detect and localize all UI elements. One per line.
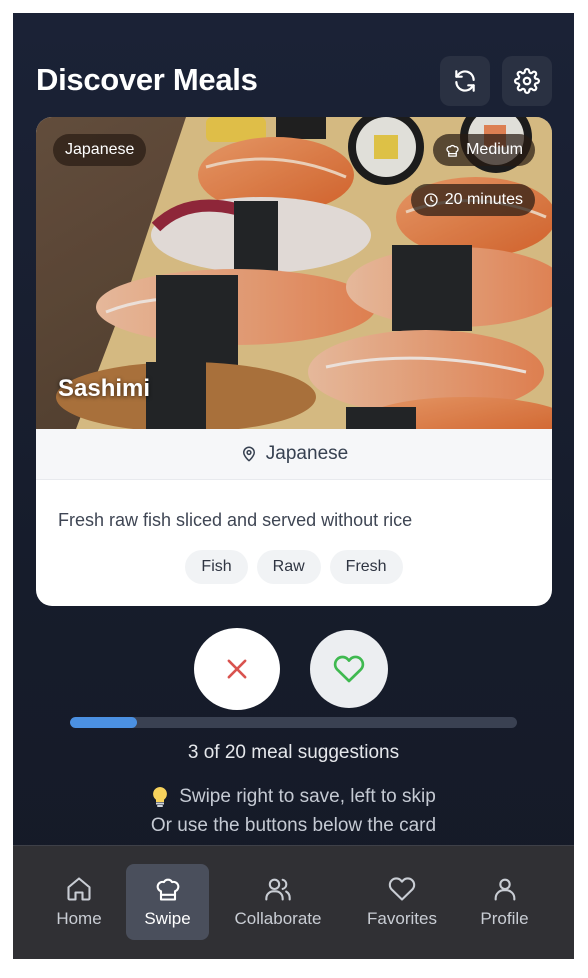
nav-item-collaborate[interactable]: Collaborate xyxy=(225,864,331,940)
nav-label: Profile xyxy=(480,909,529,928)
tag-chip: Fresh xyxy=(329,550,403,584)
tag-chip: Fish xyxy=(185,550,248,584)
nav-item-favorites[interactable]: Favorites xyxy=(356,864,448,940)
time-badge-label: 20 minutes xyxy=(444,191,523,208)
heart-icon xyxy=(388,877,416,901)
nav-label: Swipe xyxy=(144,909,191,928)
chef-hat-icon xyxy=(446,144,459,157)
lightbulb-icon xyxy=(153,787,168,807)
button-hint: Or use the buttons below the card xyxy=(150,815,437,836)
nav-label: Home xyxy=(56,909,102,928)
app-screen: Discover Meals Japanese Medium 20 minute… xyxy=(13,13,574,959)
users-icon xyxy=(265,878,291,901)
progress-fill xyxy=(70,717,138,728)
home-icon xyxy=(67,877,91,901)
meal-name: Sashimi xyxy=(58,375,151,402)
origin-row: Japanese xyxy=(36,429,552,480)
swipe-hint-text: Swipe right to save, left to skip xyxy=(179,786,436,807)
meal-description: Fresh raw fish sliced and served without… xyxy=(58,510,413,530)
time-badge: 20 minutes xyxy=(410,184,535,216)
map-pin-icon xyxy=(242,446,255,462)
nav-item-profile[interactable]: Profile xyxy=(468,864,541,940)
save-button[interactable] xyxy=(310,630,388,708)
cuisine-badge-label: Japanese xyxy=(65,141,135,158)
clock-icon xyxy=(424,193,438,207)
heart-icon xyxy=(333,655,365,683)
meal-photo: Japanese Medium 20 minutes Sashimi xyxy=(36,117,552,429)
origin-label: Japanese xyxy=(265,443,349,464)
user-icon xyxy=(494,878,515,901)
settings-button[interactable] xyxy=(502,56,552,106)
nav-label: Favorites xyxy=(367,909,437,928)
difficulty-badge: Medium xyxy=(433,134,535,166)
progress-bar xyxy=(70,717,517,728)
header: Discover Meals xyxy=(36,56,552,106)
difficulty-badge-label: Medium xyxy=(466,141,523,158)
tag-chip: Raw xyxy=(256,550,321,584)
tag-list: Fish Raw Fresh xyxy=(36,550,552,584)
nav-label: Collaborate xyxy=(234,909,322,928)
x-icon xyxy=(227,659,247,679)
cuisine-badge: Japanese xyxy=(53,134,147,166)
meal-card[interactable]: Japanese Medium 20 minutes Sashimi Japan… xyxy=(36,117,552,606)
refresh-button[interactable] xyxy=(440,56,490,106)
refresh-icon xyxy=(455,70,475,92)
chef-hat-icon xyxy=(156,878,179,901)
gear-icon xyxy=(514,68,540,94)
progress-label: 3 of 20 meal suggestions xyxy=(187,742,400,763)
nav-item-home[interactable]: Home xyxy=(43,864,115,940)
skip-button[interactable] xyxy=(194,628,280,710)
bottom-nav: Home Swipe Collaborate Favorites Profile xyxy=(13,845,574,959)
page-title: Discover Meals xyxy=(36,62,258,97)
nav-item-swipe[interactable]: Swipe xyxy=(126,864,209,940)
swipe-hint: Swipe right to save, left to skip xyxy=(13,786,574,808)
